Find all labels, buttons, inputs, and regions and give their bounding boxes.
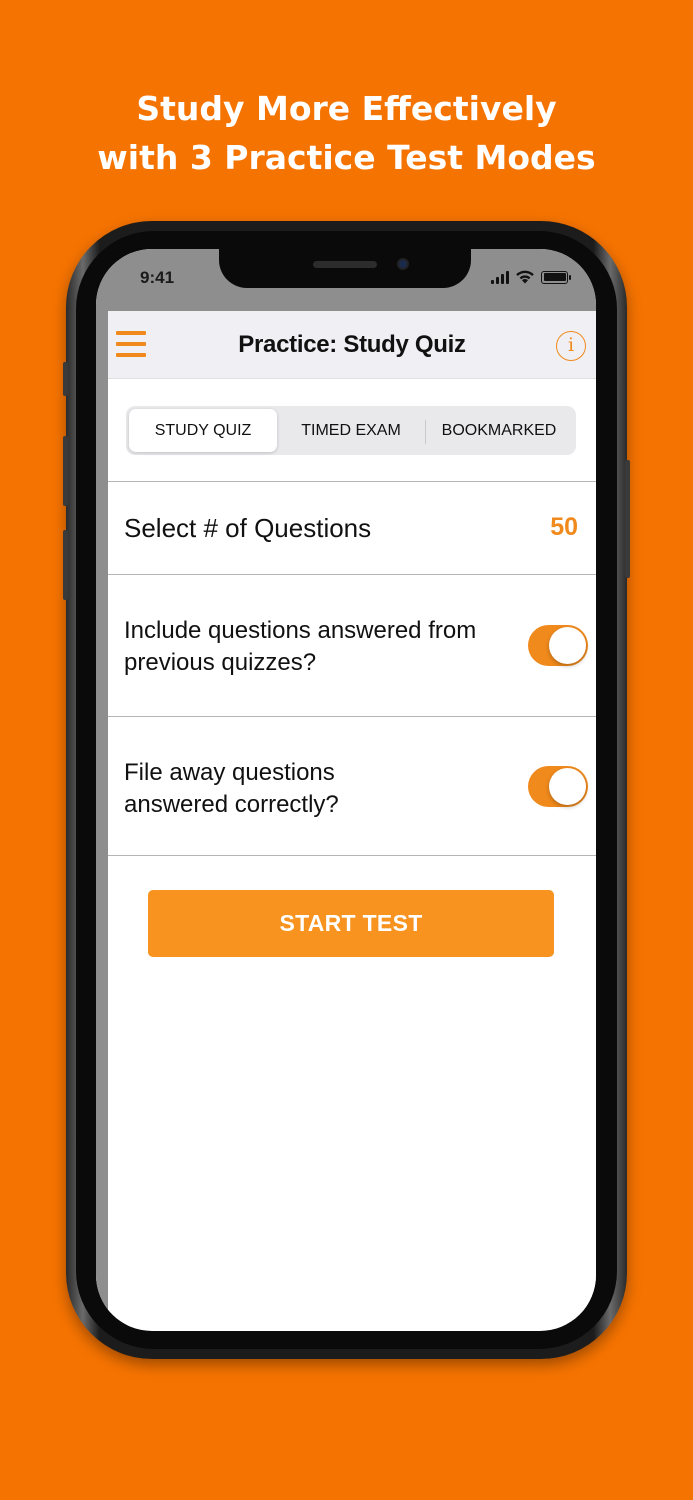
select-questions-row[interactable]: Select # of Questions 50 <box>108 481 596 574</box>
promo-headline-line2: with 3 Practice Test Modes <box>97 138 596 177</box>
include-previous-label: Include questions answered from previous… <box>124 615 476 679</box>
include-previous-label-line1: Include questions answered from <box>124 617 477 644</box>
front-camera <box>397 258 409 270</box>
tab-timed-exam[interactable]: TIMED EXAM <box>277 409 425 452</box>
file-away-label-line1: File away questions <box>124 759 335 786</box>
toggle-knob <box>549 768 586 805</box>
info-icon[interactable]: i <box>556 331 586 361</box>
select-questions-label: Select # of Questions <box>124 513 372 543</box>
promo-headline: Study More Effectively with 3 Practice T… <box>0 84 693 182</box>
start-test-button[interactable]: START TEST <box>148 890 554 957</box>
power-button <box>625 460 630 578</box>
file-away-label: File away questions answered correctly? <box>124 757 339 821</box>
include-previous-label-line2: previous quizzes? <box>124 649 317 676</box>
toggle-knob <box>549 627 586 664</box>
battery-icon <box>541 270 571 284</box>
speaker-grille <box>313 261 377 268</box>
file-away-toggle[interactable] <box>528 766 588 807</box>
promo-headline-line1: Study More Effectively <box>136 89 557 128</box>
screen-edge <box>96 311 108 1331</box>
notch <box>219 249 471 288</box>
mute-switch <box>63 362 68 396</box>
mode-segmented-control: STUDY QUIZ TIMED EXAM BOOKMARKED <box>126 406 576 455</box>
file-away-label-line2: answered correctly? <box>124 791 339 818</box>
phone-screen: 9:41 Practice: Study Quiz i STUDY QUIZ T… <box>96 249 596 1331</box>
include-previous-toggle[interactable] <box>528 625 588 666</box>
page-title: Practice: Study Quiz <box>238 331 466 358</box>
include-previous-row: Include questions answered from previous… <box>108 574 596 716</box>
status-bar: 9:41 <box>96 249 596 311</box>
status-icons <box>491 269 571 285</box>
volume-down-button <box>63 530 68 600</box>
status-time: 9:41 <box>140 268 175 287</box>
app-content: Practice: Study Quiz i STUDY QUIZ TIMED … <box>108 311 596 1313</box>
file-away-row: File away questions answered correctly? <box>108 716 596 856</box>
volume-up-button <box>63 436 68 506</box>
nav-bar: Practice: Study Quiz i <box>108 311 596 379</box>
tab-study-quiz[interactable]: STUDY QUIZ <box>129 409 277 452</box>
questions-count-value[interactable]: 50 <box>550 513 578 542</box>
tab-bookmarked[interactable]: BOOKMARKED <box>425 409 573 452</box>
cellular-signal-icon <box>491 270 509 284</box>
wifi-icon <box>516 270 534 284</box>
